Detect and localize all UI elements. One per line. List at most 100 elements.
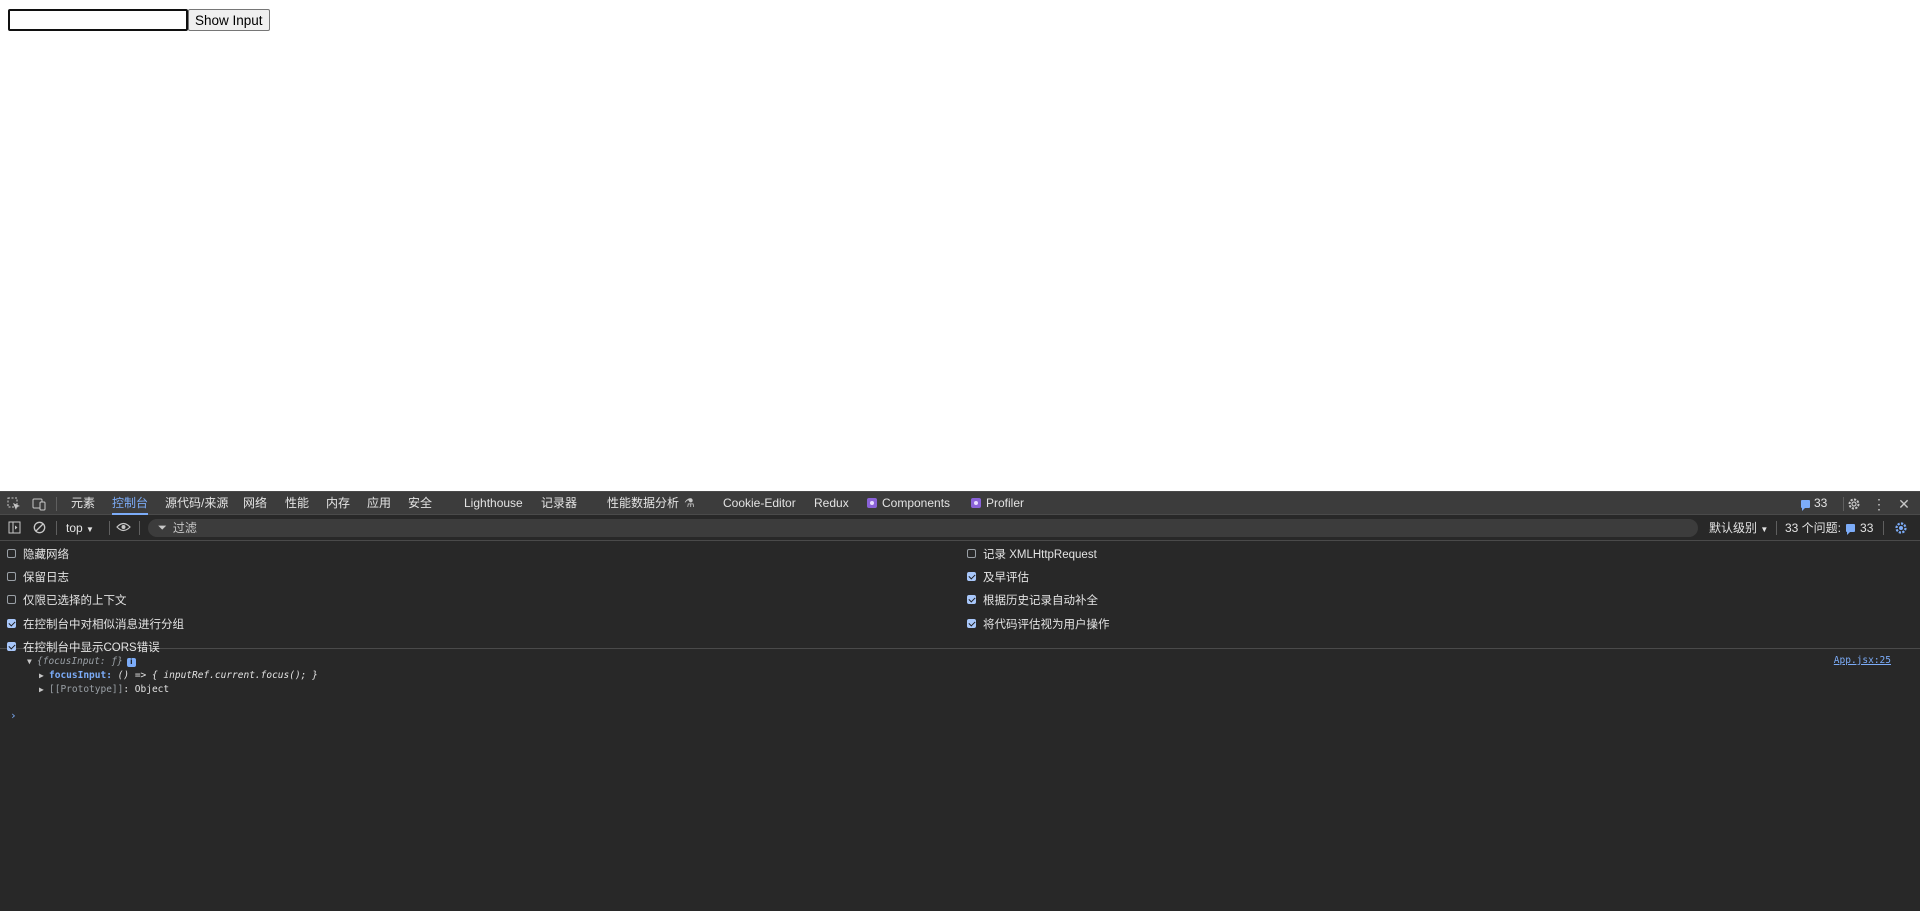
- issues-counter-count: 33: [1860, 521, 1874, 535]
- sidebar-toggle-icon[interactable]: [5, 518, 23, 536]
- checkbox-checked[interactable]: [967, 619, 976, 628]
- prototype-value: : Object: [123, 684, 170, 695]
- text-input[interactable]: [8, 9, 188, 31]
- issues-icon: [1846, 524, 1856, 535]
- setting-label: 及早评估: [983, 571, 1029, 584]
- log-level-selector[interactable]: 默认级别 ▼: [1709, 519, 1768, 537]
- console-toolbar: top ▼ ⏷ 默认级别 ▼ 33 个问题: 33: [0, 515, 1920, 541]
- object-summary: {focusInput: ƒ}: [37, 656, 123, 667]
- setting-selected-context-only[interactable]: 仅限已选择的上下文: [7, 588, 127, 611]
- setting-label: 在控制台中对相似消息进行分组: [23, 618, 184, 631]
- separator: [56, 497, 57, 511]
- flask-icon: ⚗: [684, 496, 695, 510]
- react-icon: [867, 498, 877, 508]
- setting-label: 根据历史记录自动补全: [983, 594, 1098, 607]
- source-link[interactable]: App.jsx:25: [1834, 655, 1891, 666]
- tab-console[interactable]: 控制台: [112, 492, 149, 515]
- filter-input[interactable]: [170, 520, 575, 536]
- tab-application[interactable]: 应用: [367, 492, 391, 515]
- setting-label: 仅限已选择的上下文: [23, 594, 127, 607]
- setting-eager-evaluation[interactable]: 及早评估: [967, 565, 1029, 588]
- tab-components[interactable]: Components: [867, 492, 950, 515]
- issues-counter[interactable]: 33 个问题: 33: [1785, 519, 1873, 537]
- tab-performance[interactable]: 性能: [285, 492, 309, 515]
- setting-label: 记录 XMLHttpRequest: [983, 548, 1097, 561]
- devtools-tabbar: 元素 控制台 源代码/来源 网络 性能 内存 应用 安全 Lighthouse …: [0, 491, 1920, 515]
- context-selector-value: top: [66, 521, 83, 535]
- console-prompt[interactable]: ›: [10, 709, 17, 722]
- filter-box: ⏷: [148, 519, 1698, 537]
- checkbox[interactable]: [967, 549, 976, 558]
- property-key: focusInput:: [49, 670, 112, 681]
- tab-profiler[interactable]: Profiler: [971, 492, 1024, 515]
- input-row: Show Input: [8, 9, 270, 31]
- tab-network[interactable]: 网络: [243, 492, 267, 515]
- setting-treat-eval-as-user-action[interactable]: 将代码评估视为用户操作: [967, 612, 1110, 635]
- more-options-icon[interactable]: ⋮: [1870, 495, 1888, 513]
- separator: [109, 521, 110, 535]
- separator: [1776, 521, 1777, 535]
- issues-badge[interactable]: 33: [1801, 492, 1827, 515]
- separator: [1843, 497, 1844, 511]
- setting-preserve-log[interactable]: 保留日志: [7, 565, 69, 588]
- expand-triangle-icon[interactable]: ▼: [27, 655, 37, 669]
- tab-components-label: Components: [882, 496, 951, 510]
- setting-label: 隐藏网络: [23, 548, 69, 561]
- device-toolbar-icon[interactable]: [30, 495, 48, 513]
- devtools-panel: 元素 控制台 源代码/来源 网络 性能 内存 应用 安全 Lighthouse …: [0, 491, 1920, 911]
- setting-log-xhr[interactable]: 记录 XMLHttpRequest: [967, 542, 1097, 565]
- tab-recorder[interactable]: 记录器: [541, 492, 577, 515]
- issues-counter-label: 33 个问题:: [1785, 521, 1842, 535]
- tab-performance-insights-label: 性能数据分析: [607, 496, 680, 510]
- separator: [1883, 521, 1884, 535]
- close-icon[interactable]: ✕: [1895, 495, 1913, 513]
- filter-icon: ⏷: [158, 521, 167, 534]
- tab-cookie-editor[interactable]: Cookie-Editor: [723, 492, 796, 515]
- setting-autocomplete-history[interactable]: 根据历史记录自动补全: [967, 588, 1098, 611]
- checkbox[interactable]: [7, 572, 16, 581]
- issues-badge-count: 33: [1814, 496, 1828, 510]
- checkbox-checked[interactable]: [967, 572, 976, 581]
- checkbox-checked[interactable]: [967, 595, 976, 604]
- chevron-down-icon: ▼: [1760, 525, 1769, 534]
- expand-triangle-icon[interactable]: ▶: [39, 683, 49, 697]
- setting-hide-network[interactable]: 隐藏网络: [7, 542, 69, 565]
- console-settings-gear-icon[interactable]: [1892, 519, 1910, 537]
- react-icon: [971, 498, 981, 508]
- object-property-row[interactable]: ▶ focusInput: () => { inputRef.current.fo…: [39, 669, 318, 683]
- checkbox[interactable]: [7, 595, 16, 604]
- separator: [56, 521, 57, 535]
- tab-lighthouse[interactable]: Lighthouse: [464, 492, 523, 515]
- checkbox[interactable]: [7, 549, 16, 558]
- console-output: ▼ {focusInput: ƒ} i ▶ focusInput: () => { i…: [0, 649, 1920, 911]
- setting-label: 保留日志: [23, 571, 69, 584]
- expand-triangle-icon[interactable]: ▶: [39, 669, 49, 683]
- log-level-value: 默认级别: [1709, 521, 1758, 535]
- inspect-element-icon[interactable]: [5, 495, 23, 513]
- eye-icon[interactable]: [114, 518, 132, 536]
- page-viewport: Show Input: [0, 0, 1920, 491]
- checkbox-checked[interactable]: [7, 619, 16, 628]
- property-value: () => { inputRef.current.focus(); }: [117, 670, 318, 681]
- tab-memory[interactable]: 内存: [326, 492, 350, 515]
- console-settings-pane: 隐藏网络 保留日志 仅限已选择的上下文 在控制台中对相似消息进行分组 在控制台中…: [0, 541, 1920, 654]
- prototype-row[interactable]: ▶ [[Prototype]]: Object: [39, 683, 169, 697]
- context-selector[interactable]: top ▼: [66, 519, 94, 537]
- tab-performance-insights[interactable]: 性能数据分析 ⚗: [607, 492, 695, 515]
- setting-group-similar[interactable]: 在控制台中对相似消息进行分组: [7, 612, 184, 635]
- issues-icon: [1801, 499, 1810, 511]
- separator: [139, 521, 140, 535]
- show-input-button[interactable]: Show Input: [188, 9, 270, 31]
- prototype-key: [[Prototype]]: [49, 684, 124, 695]
- info-icon[interactable]: i: [126, 658, 136, 667]
- console-log-entry[interactable]: ▼ {focusInput: ƒ} i: [27, 655, 136, 669]
- tab-security[interactable]: 安全: [408, 492, 432, 515]
- setting-label: 将代码评估视为用户操作: [983, 618, 1110, 631]
- clear-console-icon[interactable]: [30, 518, 48, 536]
- tab-redux[interactable]: Redux: [814, 492, 849, 515]
- tab-sources[interactable]: 源代码/来源: [165, 492, 228, 515]
- tab-profiler-label: Profiler: [986, 496, 1025, 510]
- chevron-down-icon: ▼: [86, 525, 94, 534]
- tab-elements[interactable]: 元素: [71, 492, 95, 515]
- settings-gear-icon[interactable]: [1845, 495, 1863, 513]
